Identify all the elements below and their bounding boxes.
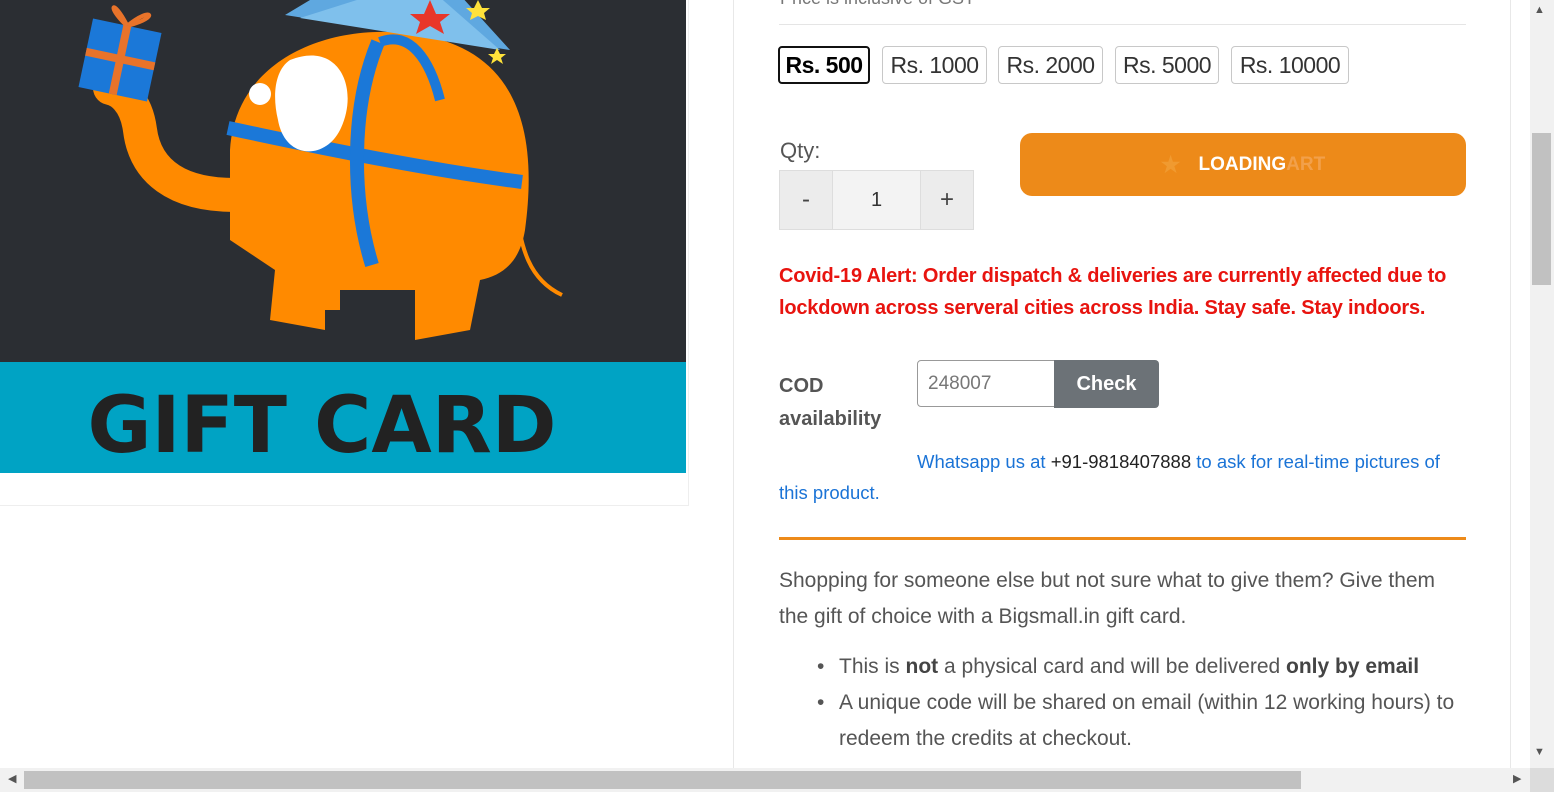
divider xyxy=(779,24,1466,25)
qty-input[interactable]: 1 xyxy=(832,171,921,229)
add-to-cart-button[interactable]: ★ LOADING ART xyxy=(1020,133,1466,196)
scroll-down-arrow-icon[interactable]: ▼ xyxy=(1534,746,1545,758)
horizontal-scrollbar-thumb[interactable] xyxy=(24,771,1301,789)
cart-button-label: LOADING xyxy=(1198,153,1287,175)
list-item: This is not a physical card and will be … xyxy=(817,649,1469,685)
scroll-left-arrow-icon[interactable]: ◀ xyxy=(8,772,16,785)
variant-rs-500[interactable]: Rs. 500 xyxy=(778,46,870,84)
description-bullets: This is not a physical card and will be … xyxy=(817,649,1469,757)
product-description: Shopping for someone else but not sure w… xyxy=(779,569,1436,628)
variant-rs-10000[interactable]: Rs. 10000 xyxy=(1231,46,1349,84)
whatsapp-note: Whatsapp us at +91-9818407888 to ask for… xyxy=(779,446,1469,508)
variant-rs-5000[interactable]: Rs. 5000 xyxy=(1115,46,1219,84)
pincode-input[interactable] xyxy=(917,360,1055,407)
qty-increment-button[interactable]: + xyxy=(921,171,973,229)
whatsapp-phone-link[interactable]: +91-9818407888 xyxy=(1051,451,1191,472)
scroll-up-arrow-icon[interactable]: ▲ xyxy=(1534,4,1545,16)
qty-label: Qty: xyxy=(780,138,821,163)
vertical-scrollbar-thumb[interactable] xyxy=(1532,133,1551,285)
price-tax-note: Price is inclusive of GST xyxy=(780,0,975,9)
product-image-panel[interactable]: GIFT CARD xyxy=(0,0,689,506)
variant-rs-1000[interactable]: Rs. 1000 xyxy=(882,46,987,84)
check-button[interactable]: Check xyxy=(1054,360,1159,408)
quantity-stepper: - 1 + xyxy=(779,170,974,230)
column-divider xyxy=(733,0,734,768)
gift-card-image: GIFT CARD xyxy=(0,0,686,473)
column-divider-right xyxy=(1510,0,1511,768)
scrollbar-corner xyxy=(1530,768,1554,792)
scroll-right-arrow-icon[interactable]: ▶ xyxy=(1513,772,1521,785)
vertical-scrollbar[interactable] xyxy=(1530,0,1554,768)
cart-button-ghost-text: ART xyxy=(1286,153,1326,175)
cod-availability-label: COD availability xyxy=(779,375,882,430)
qty-decrement-button[interactable]: - xyxy=(780,171,832,229)
whatsapp-prefix: Whatsapp us at xyxy=(917,451,1051,472)
covid-alert: Covid-19 Alert: Order dispatch & deliver… xyxy=(779,265,1447,319)
variant-rs-2000[interactable]: Rs. 2000 xyxy=(998,46,1103,84)
section-divider xyxy=(779,537,1466,540)
list-item: A unique code will be shared on email (w… xyxy=(817,685,1469,757)
star-icon: ★ xyxy=(1160,151,1181,177)
gift-card-text: GIFT CARD xyxy=(87,381,556,471)
